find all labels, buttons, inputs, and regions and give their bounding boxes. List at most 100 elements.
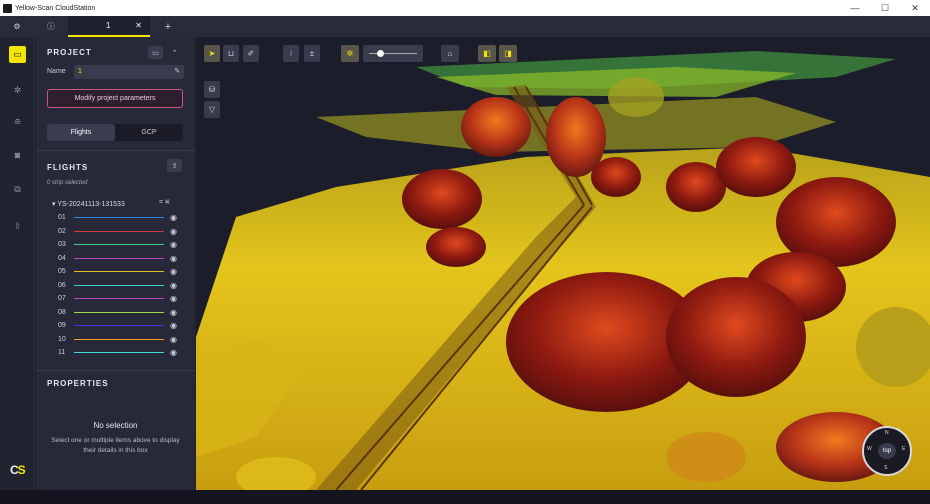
strip-number: 05 bbox=[58, 268, 66, 275]
name-label: Name bbox=[47, 68, 66, 75]
trajectory-icon[interactable]: ⌗ bbox=[159, 199, 163, 206]
zoom-stepper[interactable]: ± bbox=[304, 45, 320, 62]
upload-icon[interactable]: ⇪ bbox=[9, 218, 26, 235]
window-title: Yellow-Scan CloudStation bbox=[15, 4, 96, 12]
strip-number: 06 bbox=[58, 281, 66, 289]
point-size-icon[interactable]: ⁝ bbox=[283, 45, 299, 62]
strip-row[interactable]: 10 ◉ bbox=[58, 333, 186, 346]
no-selection-hint: Select one or multiple items above to di… bbox=[51, 437, 180, 454]
visibility-eye-icon[interactable]: ◉ bbox=[170, 321, 177, 330]
visibility-eye-icon[interactable]: ◉ bbox=[170, 335, 177, 344]
strip-row[interactable]: 11 ◉ bbox=[58, 346, 186, 359]
visibility-eye-icon[interactable]: ◉ bbox=[170, 348, 177, 357]
app-logo: CS bbox=[10, 463, 26, 477]
point-cloud-viewport[interactable]: ➤ ⊔ ✐ ⁝ ± ✲ ⌂ ◧ ◨ ⛁ ▽ N E S W top bbox=[196, 37, 930, 490]
compass-w: W bbox=[867, 446, 872, 452]
project-header: PROJECT bbox=[47, 48, 92, 57]
edit-icon[interactable]: ✎ bbox=[174, 65, 180, 79]
info-icon[interactable]: ⓘ bbox=[34, 16, 68, 37]
camera-icon[interactable]: ◙ bbox=[9, 146, 26, 163]
strip-number: 08 bbox=[58, 308, 66, 316]
group-action-icons[interactable]: ⌗ ⌘ bbox=[159, 199, 170, 207]
minimize-button[interactable]: — bbox=[840, 3, 870, 14]
close-window-button[interactable]: ✕ bbox=[900, 3, 930, 14]
select-tool-icon[interactable]: ➤ bbox=[204, 45, 220, 62]
strip-number: 02 bbox=[58, 227, 66, 235]
divider bbox=[36, 370, 195, 371]
strip-color-line bbox=[74, 257, 164, 259]
strip-number: 10 bbox=[58, 335, 66, 343]
visibility-eye-icon[interactable]: ◉ bbox=[170, 213, 177, 222]
strip-row[interactable]: 01 ◉ bbox=[58, 211, 186, 224]
top-view-button[interactable]: top bbox=[878, 443, 896, 459]
visibility-eye-icon[interactable]: ◉ bbox=[170, 254, 177, 263]
flight-group-name: YS-20241113-131533 bbox=[57, 201, 125, 208]
properties-header: PROPERTIES bbox=[47, 379, 109, 388]
building-icon[interactable]: ⌂ bbox=[441, 45, 459, 62]
visibility-eye-icon[interactable]: ◉ bbox=[170, 267, 177, 276]
status-bar bbox=[0, 490, 930, 504]
tab-gcp[interactable]: GCP bbox=[115, 124, 183, 141]
tab-project-1[interactable]: 1 ✕ bbox=[68, 16, 150, 37]
layer-edit-icon[interactable]: ◨ bbox=[499, 45, 517, 62]
strip-color-line bbox=[74, 271, 164, 272]
flights-gcp-toggle: Flights GCP bbox=[47, 124, 183, 141]
visibility-eye-icon[interactable]: ◉ bbox=[170, 227, 177, 236]
folder-icon[interactable]: ▭ bbox=[9, 46, 26, 63]
strip-row[interactable]: 02 ◉ bbox=[58, 225, 186, 238]
copy-icon[interactable]: ⧉ bbox=[9, 181, 26, 198]
strip-color-line bbox=[74, 352, 164, 353]
layer-select-icon[interactable]: ◧ bbox=[478, 45, 496, 62]
strip-color-line bbox=[74, 325, 164, 326]
strip-row[interactable]: 04 ◉ bbox=[58, 252, 186, 265]
project-panel: PROJECT ▭ ⌃ Name 1 ✎ Modify project para… bbox=[36, 37, 195, 490]
point-cloud-render bbox=[196, 51, 930, 490]
flight-group[interactable]: ▾ YS-20241113-131533 bbox=[52, 200, 125, 208]
pen-tool-icon[interactable]: ✐ bbox=[243, 45, 259, 62]
modify-project-button[interactable]: Modify project parameters bbox=[47, 89, 183, 108]
strip-color-line bbox=[74, 338, 164, 340]
strip-row[interactable]: 05 ◉ bbox=[58, 265, 186, 278]
gear-icon[interactable]: ⚙ bbox=[0, 16, 34, 37]
paint-bucket-icon[interactable]: ⛁ bbox=[204, 81, 220, 98]
visibility-eye-icon[interactable]: ◉ bbox=[170, 281, 177, 290]
collapse-icon[interactable]: ⌃ bbox=[167, 46, 182, 59]
brightness-icon[interactable]: ✲ bbox=[341, 45, 359, 62]
strip-number: 03 bbox=[58, 241, 66, 248]
export-icon[interactable]: ⇪ bbox=[167, 159, 182, 172]
measure-tool-icon[interactable]: ⊔ bbox=[223, 45, 239, 62]
strip-color-line bbox=[74, 230, 164, 232]
no-selection-title: No selection bbox=[93, 421, 138, 430]
strip-number: 04 bbox=[58, 254, 66, 262]
brightness-slider[interactable] bbox=[363, 45, 423, 62]
strip-number: 09 bbox=[58, 322, 66, 329]
project-name-field[interactable]: 1 ✎ bbox=[74, 65, 184, 79]
sidebar-rail: ▭ ✲ ≘ ◙ ⧉ ⇪ CS bbox=[0, 37, 35, 490]
tab-flights[interactable]: Flights bbox=[47, 124, 115, 141]
strip-color-line bbox=[74, 311, 164, 313]
visibility-eye-icon[interactable]: ◉ bbox=[170, 308, 177, 317]
divider bbox=[36, 150, 195, 151]
folder-open-icon[interactable]: ▭ bbox=[148, 46, 163, 59]
strip-row[interactable]: 08 ◉ bbox=[58, 306, 186, 319]
app-icon bbox=[3, 3, 12, 13]
compass-widget[interactable]: N E S W top bbox=[862, 426, 912, 476]
add-tab-button[interactable]: + bbox=[150, 16, 186, 37]
sun-icon[interactable]: ✲ bbox=[9, 82, 26, 99]
maximize-button[interactable]: ☐ bbox=[870, 3, 900, 14]
strip-number: 11 bbox=[58, 349, 66, 356]
visibility-eye-icon[interactable]: ◉ bbox=[170, 240, 177, 249]
visibility-eye-icon[interactable]: ◉ bbox=[170, 294, 177, 303]
compass-s: S bbox=[884, 465, 888, 471]
selected-count: 0 strip selected bbox=[47, 180, 88, 186]
strip-row[interactable]: 06 ◉ bbox=[58, 279, 186, 292]
layers-icon[interactable]: ≘ bbox=[9, 114, 26, 131]
strip-row[interactable]: 03 ◉ bbox=[58, 238, 186, 251]
close-tab-icon[interactable]: ✕ bbox=[135, 21, 142, 30]
strip-color-line bbox=[74, 217, 164, 218]
strip-row[interactable]: 09 ◉ bbox=[58, 319, 186, 332]
edit-group-icon[interactable]: ⌘ bbox=[165, 199, 170, 206]
tab-label: 1 bbox=[106, 21, 111, 30]
strip-row[interactable]: 07 ◉ bbox=[58, 292, 186, 305]
filter-icon[interactable]: ▽ bbox=[204, 101, 220, 118]
